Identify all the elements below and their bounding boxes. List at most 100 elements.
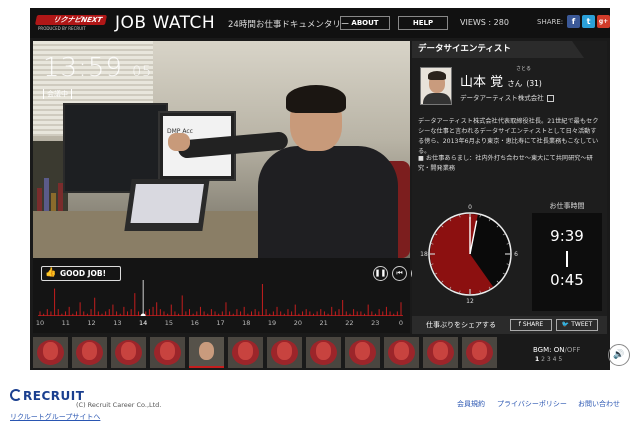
hour-tick[interactable]: 12 — [84, 319, 100, 327]
person-name: 山本 覚 さん (31) — [460, 71, 542, 90]
google-plus-icon[interactable]: g+ — [597, 15, 610, 28]
copyright: (C) Recruit Career Co.,Ltd. — [76, 401, 162, 409]
work-time-box: 9:39 0:45 — [532, 213, 602, 311]
views-counter: VIEWS : 280 — [460, 18, 509, 27]
hour-tick[interactable]: 0 — [393, 319, 409, 327]
hour-tick[interactable]: 15 — [161, 319, 177, 327]
person-thumbnail[interactable] — [345, 337, 380, 368]
track-1[interactable]: 1 — [535, 356, 539, 363]
person-thumbnail[interactable] — [423, 337, 458, 368]
person-thumbnail[interactable] — [267, 337, 302, 368]
track-5[interactable]: 5 — [558, 356, 562, 363]
bgm-on[interactable]: ON — [554, 346, 565, 354]
good-job-button[interactable]: GOOD JOB! — [41, 266, 121, 281]
group-site-link[interactable]: リクルートグループサイトへ — [10, 412, 100, 422]
hour-tick[interactable]: 11 — [58, 319, 74, 327]
facebook-icon[interactable]: f — [567, 15, 580, 28]
avatar — [420, 67, 452, 105]
app-window: リクナビNEXT PRODUCED BY RECRUIT JOB WATCH 2… — [30, 8, 630, 370]
track-4[interactable]: 4 — [553, 356, 557, 363]
person-thumbnail[interactable] — [462, 337, 497, 368]
track-3[interactable]: 3 — [547, 356, 551, 363]
header-bar: リクナビNEXT PRODUCED BY RECRUIT JOB WATCH 2… — [30, 8, 610, 38]
twitter-icon[interactable]: t — [582, 15, 595, 28]
privacy-link[interactable]: プライバシーポリシー — [497, 399, 567, 409]
pause-icon[interactable]: ❚❚ — [373, 266, 388, 281]
clock-seconds: 05 — [132, 64, 153, 80]
clock-label-12: 12 — [466, 298, 474, 305]
tweet-button[interactable]: 🐦 TWEET — [556, 319, 598, 331]
person-thumbnail[interactable] — [189, 337, 224, 368]
bgm-off[interactable]: OFF — [567, 346, 581, 354]
rikunabi-logo[interactable]: リクナビNEXT PRODUCED BY RECRUIT — [34, 13, 108, 33]
terms-link[interactable]: 会員規約 — [457, 399, 485, 409]
playhead-knob — [140, 313, 146, 316]
tweet-label: TWEET — [571, 321, 593, 328]
work-end-time: 0:45 — [550, 271, 584, 289]
bgm-toggle[interactable]: BGM: ON/OFF — [533, 346, 580, 354]
recruit-logo[interactable]: RECRUIT — [10, 389, 84, 403]
company-link[interactable]: データアーティスト株式会社 — [460, 92, 554, 102]
facebook-share-button[interactable]: f SHARE — [510, 319, 552, 331]
work-start-time: 9:39 — [550, 227, 584, 245]
status-label: 会議中 — [43, 89, 72, 99]
track-2[interactable]: 2 — [541, 356, 545, 363]
laptop — [124, 179, 210, 231]
rewind-icon[interactable]: ⏮ — [392, 266, 407, 281]
person — [168, 81, 403, 258]
hour-tick[interactable]: 20 — [290, 319, 306, 327]
clock-label-18: 18 — [420, 251, 428, 258]
work-summary: ■ お仕事あらまし：社内外打ち合わせ～東大にて共同研究～研究・開発業務 — [418, 155, 593, 172]
share-label: SHARE: — [537, 18, 564, 26]
clock-label-0: 0 — [468, 204, 472, 211]
live-video[interactable]: DMP Acc 13:59 05 会議中 — [33, 41, 410, 258]
hour-tick[interactable]: 18 — [238, 319, 254, 327]
name-text: 山本 覚 — [460, 75, 504, 90]
person-thumbnail[interactable] — [150, 337, 185, 368]
time-separator — [566, 251, 568, 267]
person-thumbnail[interactable] — [33, 337, 68, 368]
person-thumbnail[interactable] — [228, 337, 263, 368]
contact-link[interactable]: お問い合わせ — [578, 399, 620, 409]
hour-ticks: 10 11 12 13 14 15 16 17 18 19 20 21 22 23 0 — [36, 319, 403, 329]
clock-hours-minutes: 13:59 — [43, 53, 123, 83]
bgm-tracks: 1 2 3 4 5 — [535, 356, 562, 363]
person-thumbnail[interactable] — [306, 337, 341, 368]
video-clock: 13:59 05 — [43, 53, 152, 83]
honorific: さん — [507, 79, 523, 88]
activity-chart[interactable] — [38, 280, 403, 316]
clock-label-6: 6 — [514, 251, 518, 258]
age: (31) — [526, 79, 542, 88]
work-time-label: お仕事時間 — [549, 202, 585, 210]
hour-tick[interactable]: 16 — [187, 319, 203, 327]
external-link-icon[interactable] — [546, 94, 554, 102]
hour-tick[interactable]: 10 — [32, 319, 48, 327]
thumbnail-strip — [33, 337, 523, 368]
person-thumbnail[interactable] — [384, 337, 419, 368]
hour-tick[interactable]: 22 — [341, 319, 357, 327]
job-title: データサイエンティスト — [412, 41, 584, 58]
hour-tick[interactable]: 14 — [135, 319, 151, 327]
hour-tick[interactable]: 17 — [213, 319, 229, 327]
timeline[interactable]: GOOD JOB! ❚❚ ⏮ ⤢ 10111213141516171819202… — [33, 258, 426, 333]
activity-svg — [39, 280, 402, 316]
person-thumbnail[interactable] — [111, 337, 146, 368]
company-name: データアーティスト株式会社 — [460, 94, 544, 102]
site-title: JOB WATCH — [115, 13, 216, 33]
share-work-label: 仕事ぶりをシェアする — [426, 321, 496, 329]
logo-subtext: PRODUCED BY RECRUIT — [38, 26, 86, 31]
share-bar: 仕事ぶりをシェアする f SHARE 🐦 TWEET — [412, 316, 607, 334]
hour-tick[interactable]: 21 — [316, 319, 332, 327]
hour-tick[interactable]: 23 — [367, 319, 383, 327]
hour-tick[interactable]: 13 — [109, 319, 125, 327]
person-thumbnail[interactable] — [72, 337, 107, 368]
hour-tick[interactable]: 19 — [264, 319, 280, 327]
profile-panel: データサイエンティスト さとる 山本 覚 さん (31) データアーティスト株式… — [412, 41, 607, 333]
help-button[interactable]: HELP — [398, 16, 448, 30]
bgm-label: BGM: — [533, 346, 552, 354]
profile-description: データアーティスト株式会社代表取締役社長。21世紀で最もセクシーな仕事と言われる… — [418, 118, 599, 155]
work-hours-clock: 0 6 12 18 — [420, 204, 518, 305]
about-button[interactable]: ABOUT — [340, 16, 390, 30]
site-subtitle: 24時間お仕事ドキュメンタリー — [228, 20, 350, 30]
volume-icon[interactable]: 🔊 — [608, 344, 630, 366]
